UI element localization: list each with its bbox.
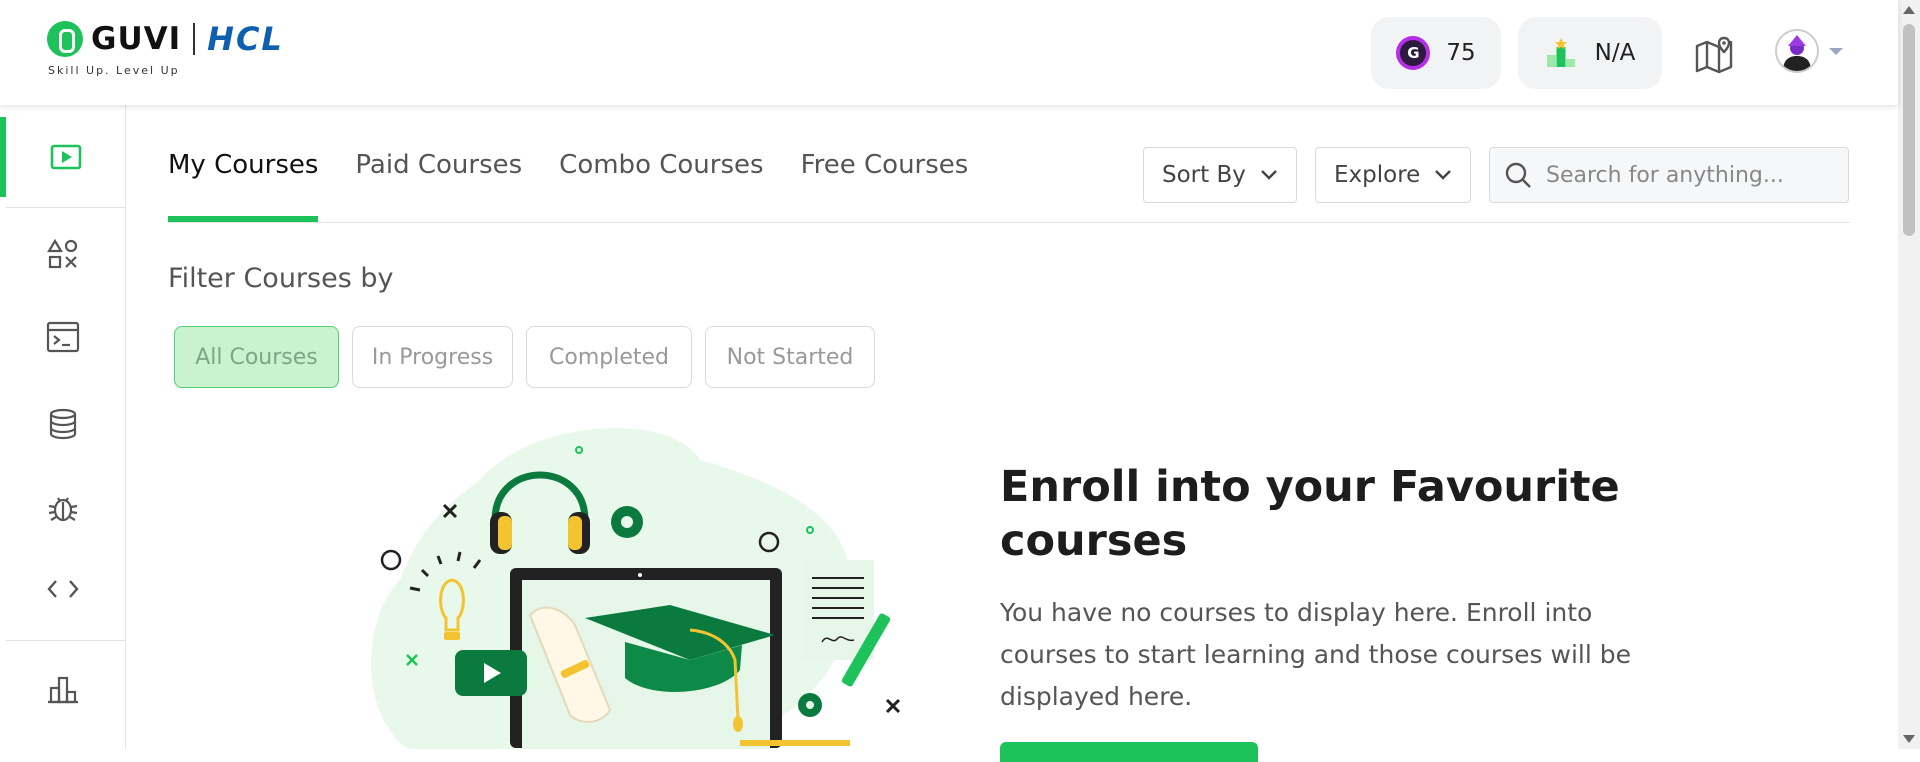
tab-combo-courses[interactable]: Combo Courses [559, 150, 763, 222]
page-scrollbar[interactable] [1898, 0, 1920, 749]
logo-partner-text: HCL [207, 20, 284, 58]
sidebar-item-code[interactable] [0, 549, 126, 629]
geekoins-count: 75 [1446, 40, 1476, 66]
scroll-down-arrow[interactable] [1903, 735, 1915, 743]
sidebar-item-stats[interactable] [0, 650, 126, 730]
play-video-icon [50, 144, 82, 170]
empty-state-title: Enroll into your Favourite courses [1000, 462, 1620, 566]
leaderboard-podium-icon [1546, 38, 1575, 67]
chip-in-progress[interactable]: In Progress [352, 326, 513, 388]
search-icon [1505, 162, 1531, 188]
search-input[interactable] [1546, 162, 1836, 188]
sidebar-item-courses[interactable] [0, 117, 126, 197]
code-brackets-icon [47, 580, 79, 598]
tab-free-courses[interactable]: Free Courses [801, 150, 969, 222]
chevron-down-icon[interactable] [1829, 48, 1843, 55]
tabs-divider [168, 222, 1850, 223]
sidebar-divider [6, 640, 126, 641]
empty-courses-illustration [371, 428, 901, 749]
top-header: GUVI HCL Skill Up. Level Up G 75 N/A [0, 0, 1898, 105]
scroll-up-arrow[interactable] [1903, 6, 1915, 14]
logo-tagline: Skill Up. Level Up [48, 64, 180, 77]
rank-badge[interactable]: N/A [1518, 17, 1662, 89]
shapes-icon [47, 238, 78, 269]
terminal-window-icon [46, 321, 80, 353]
explore-label: Explore [1334, 162, 1421, 188]
logo-brand-text: GUVI [91, 21, 182, 57]
bug-icon [48, 497, 78, 522]
user-avatar-icon[interactable] [1775, 29, 1819, 73]
chevron-down-icon [1261, 170, 1277, 180]
learning-path-map-icon[interactable] [1694, 34, 1734, 74]
left-sidebar [0, 105, 126, 749]
bar-chart-icon [48, 676, 78, 704]
explore-courses-button[interactable] [1000, 742, 1258, 762]
empty-state-description: You have no courses to display here. Enr… [1000, 598, 1631, 711]
geekoin-icon: G [1396, 36, 1431, 70]
logo-divider [193, 23, 196, 55]
geekoins-badge[interactable]: G 75 [1371, 17, 1501, 89]
sidebar-item-debug[interactable] [0, 468, 126, 548]
chip-completed[interactable]: Completed [526, 326, 692, 388]
scroll-thumb[interactable] [1903, 24, 1915, 236]
tab-my-courses[interactable]: My Courses [168, 150, 319, 222]
guvi-logo-icon [47, 21, 83, 57]
sort-by-dropdown[interactable]: Sort By [1143, 147, 1297, 203]
database-icon [49, 408, 77, 440]
filter-chips: All Courses In Progress Completed Not St… [174, 326, 888, 388]
tab-paid-courses[interactable]: Paid Courses [355, 150, 522, 222]
sidebar-item-ide[interactable] [0, 297, 126, 377]
sidebar-item-practice[interactable] [0, 214, 126, 294]
guvi-hcl-logo[interactable]: GUVI HCL Skill Up. Level Up [47, 20, 284, 77]
chip-not-started[interactable]: Not Started [705, 326, 875, 388]
avatar-figure [1777, 31, 1817, 71]
sidebar-item-database[interactable] [0, 384, 126, 464]
sidebar-divider [6, 207, 126, 208]
search-box[interactable] [1489, 147, 1849, 203]
filter-heading: Filter Courses by [168, 263, 394, 294]
chip-all-courses[interactable]: All Courses [174, 326, 339, 388]
chevron-down-icon [1435, 170, 1452, 180]
explore-dropdown[interactable]: Explore [1315, 147, 1471, 203]
course-tabs: My Courses Paid Courses Combo Courses Fr… [168, 150, 1005, 222]
rank-value: N/A [1594, 40, 1636, 66]
sort-by-label: Sort By [1162, 162, 1246, 188]
